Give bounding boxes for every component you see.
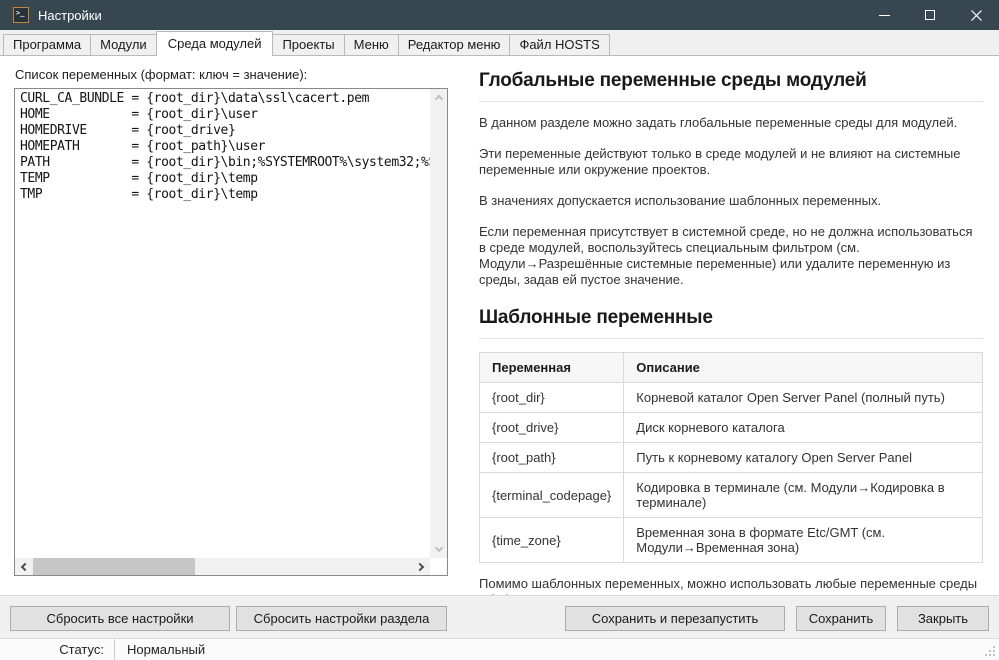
help-pane: Глобальные переменные среды модулей В да… bbox=[479, 62, 983, 639]
scroll-up-button[interactable] bbox=[430, 89, 447, 106]
tab-moduli[interactable]: Модули bbox=[90, 34, 157, 56]
close-button[interactable] bbox=[953, 0, 999, 30]
reset-section-settings-button[interactable]: Сбросить настройки раздела bbox=[236, 606, 447, 631]
tab-redaktor-menu[interactable]: Редактор меню bbox=[398, 34, 511, 56]
window-controls bbox=[861, 0, 999, 30]
resize-grip[interactable] bbox=[985, 646, 995, 656]
variable-cell: {root_dir} bbox=[480, 383, 624, 413]
tab-menu[interactable]: Меню bbox=[344, 34, 399, 56]
section-heading-template-vars: Шаблонные переменные bbox=[479, 307, 983, 329]
content-area: Список переменных (формат: ключ = значен… bbox=[0, 56, 999, 595]
settings-window: >_ Настройки Программа Модули Среда моду… bbox=[0, 0, 999, 660]
template-variables-table: Переменная Описание {root_dir} Корневой … bbox=[479, 352, 983, 563]
footer-button-bar: Сбросить все настройки Сбросить настройк… bbox=[0, 595, 999, 638]
description-cell: Путь к корневому каталогу Open Server Pa… bbox=[624, 443, 983, 473]
terminal-app-icon: >_ bbox=[13, 7, 29, 23]
tabbar: Программа Модули Среда модулей Проекты М… bbox=[0, 30, 999, 56]
save-and-restart-button[interactable]: Сохранить и перезапустить bbox=[565, 606, 785, 631]
status-value: Нормальный bbox=[115, 642, 205, 657]
column-header-description: Описание bbox=[624, 353, 983, 383]
titlebar[interactable]: >_ Настройки bbox=[0, 0, 999, 30]
scroll-down-button[interactable] bbox=[430, 541, 447, 558]
table-row: {terminal_codepage} Кодировка в терминал… bbox=[480, 473, 983, 518]
tab-sreda-modulei[interactable]: Среда модулей bbox=[156, 31, 274, 56]
variable-cell: {root_path} bbox=[480, 443, 624, 473]
horizontal-scrollbar[interactable] bbox=[15, 558, 430, 575]
scroll-right-button[interactable] bbox=[413, 558, 430, 575]
horizontal-scrollbar-thumb[interactable] bbox=[33, 558, 195, 575]
help-paragraph: В данном разделе можно задать глобальные… bbox=[479, 115, 983, 131]
help-paragraph: Если переменная присутствует в системной… bbox=[479, 224, 983, 288]
tab-programma[interactable]: Программа bbox=[3, 34, 91, 56]
table-row: {root_dir} Корневой каталог Open Server … bbox=[480, 383, 983, 413]
description-cell: Временная зона в формате Etc/GMT (см. Мо… bbox=[624, 518, 983, 563]
status-label: Статус: bbox=[0, 642, 104, 657]
description-cell: Корневой каталог Open Server Panel (полн… bbox=[624, 383, 983, 413]
statusbar: Статус: Нормальный bbox=[0, 638, 999, 660]
table-header-row: Переменная Описание bbox=[480, 353, 983, 383]
table-row: {root_drive} Диск корневого каталога bbox=[480, 413, 983, 443]
heading-divider bbox=[479, 101, 983, 102]
chevron-down-icon bbox=[434, 544, 442, 552]
minimize-button[interactable] bbox=[861, 0, 907, 30]
close-icon bbox=[971, 10, 982, 21]
reset-all-settings-button[interactable]: Сбросить все настройки bbox=[10, 606, 230, 631]
tab-fail-hosts[interactable]: Файл HOSTS bbox=[509, 34, 609, 56]
save-button[interactable]: Сохранить bbox=[796, 606, 886, 631]
help-paragraph: Эти переменные действуют только в среде … bbox=[479, 146, 983, 178]
chevron-up-icon bbox=[434, 95, 442, 103]
variables-editor[interactable]: CURL_CA_BUNDLE = {root_dir}\data\ssl\cac… bbox=[14, 88, 448, 576]
description-cell: Диск корневого каталога bbox=[624, 413, 983, 443]
chevron-right-icon bbox=[416, 562, 424, 570]
section-heading-global-vars: Глобальные переменные среды модулей bbox=[479, 70, 983, 92]
scroll-left-button[interactable] bbox=[15, 558, 32, 575]
window-title: Настройки bbox=[38, 8, 102, 23]
tab-proekty[interactable]: Проекты bbox=[272, 34, 344, 56]
close-settings-button[interactable]: Закрыть bbox=[897, 606, 989, 631]
heading-divider bbox=[479, 338, 983, 339]
variable-cell: {terminal_codepage} bbox=[480, 473, 624, 518]
variable-cell: {time_zone} bbox=[480, 518, 624, 563]
variable-cell: {root_drive} bbox=[480, 413, 624, 443]
description-cell: Кодировка в терминале (см. Модули→Кодиро… bbox=[624, 473, 983, 518]
table-row: {root_path} Путь к корневому каталогу Op… bbox=[480, 443, 983, 473]
maximize-button[interactable] bbox=[907, 0, 953, 30]
vertical-scrollbar[interactable] bbox=[430, 89, 447, 558]
table-row: {time_zone} Временная зона в формате Etc… bbox=[480, 518, 983, 563]
maximize-icon bbox=[925, 10, 935, 20]
chevron-left-icon bbox=[21, 562, 29, 570]
help-paragraph: В значениях допускается использование ша… bbox=[479, 193, 983, 209]
variables-list-label: Список переменных (формат: ключ = значен… bbox=[15, 67, 307, 82]
minimize-icon bbox=[879, 15, 890, 16]
variables-editor-text[interactable]: CURL_CA_BUNDLE = {root_dir}\data\ssl\cac… bbox=[15, 89, 430, 558]
column-header-variable: Переменная bbox=[480, 353, 624, 383]
